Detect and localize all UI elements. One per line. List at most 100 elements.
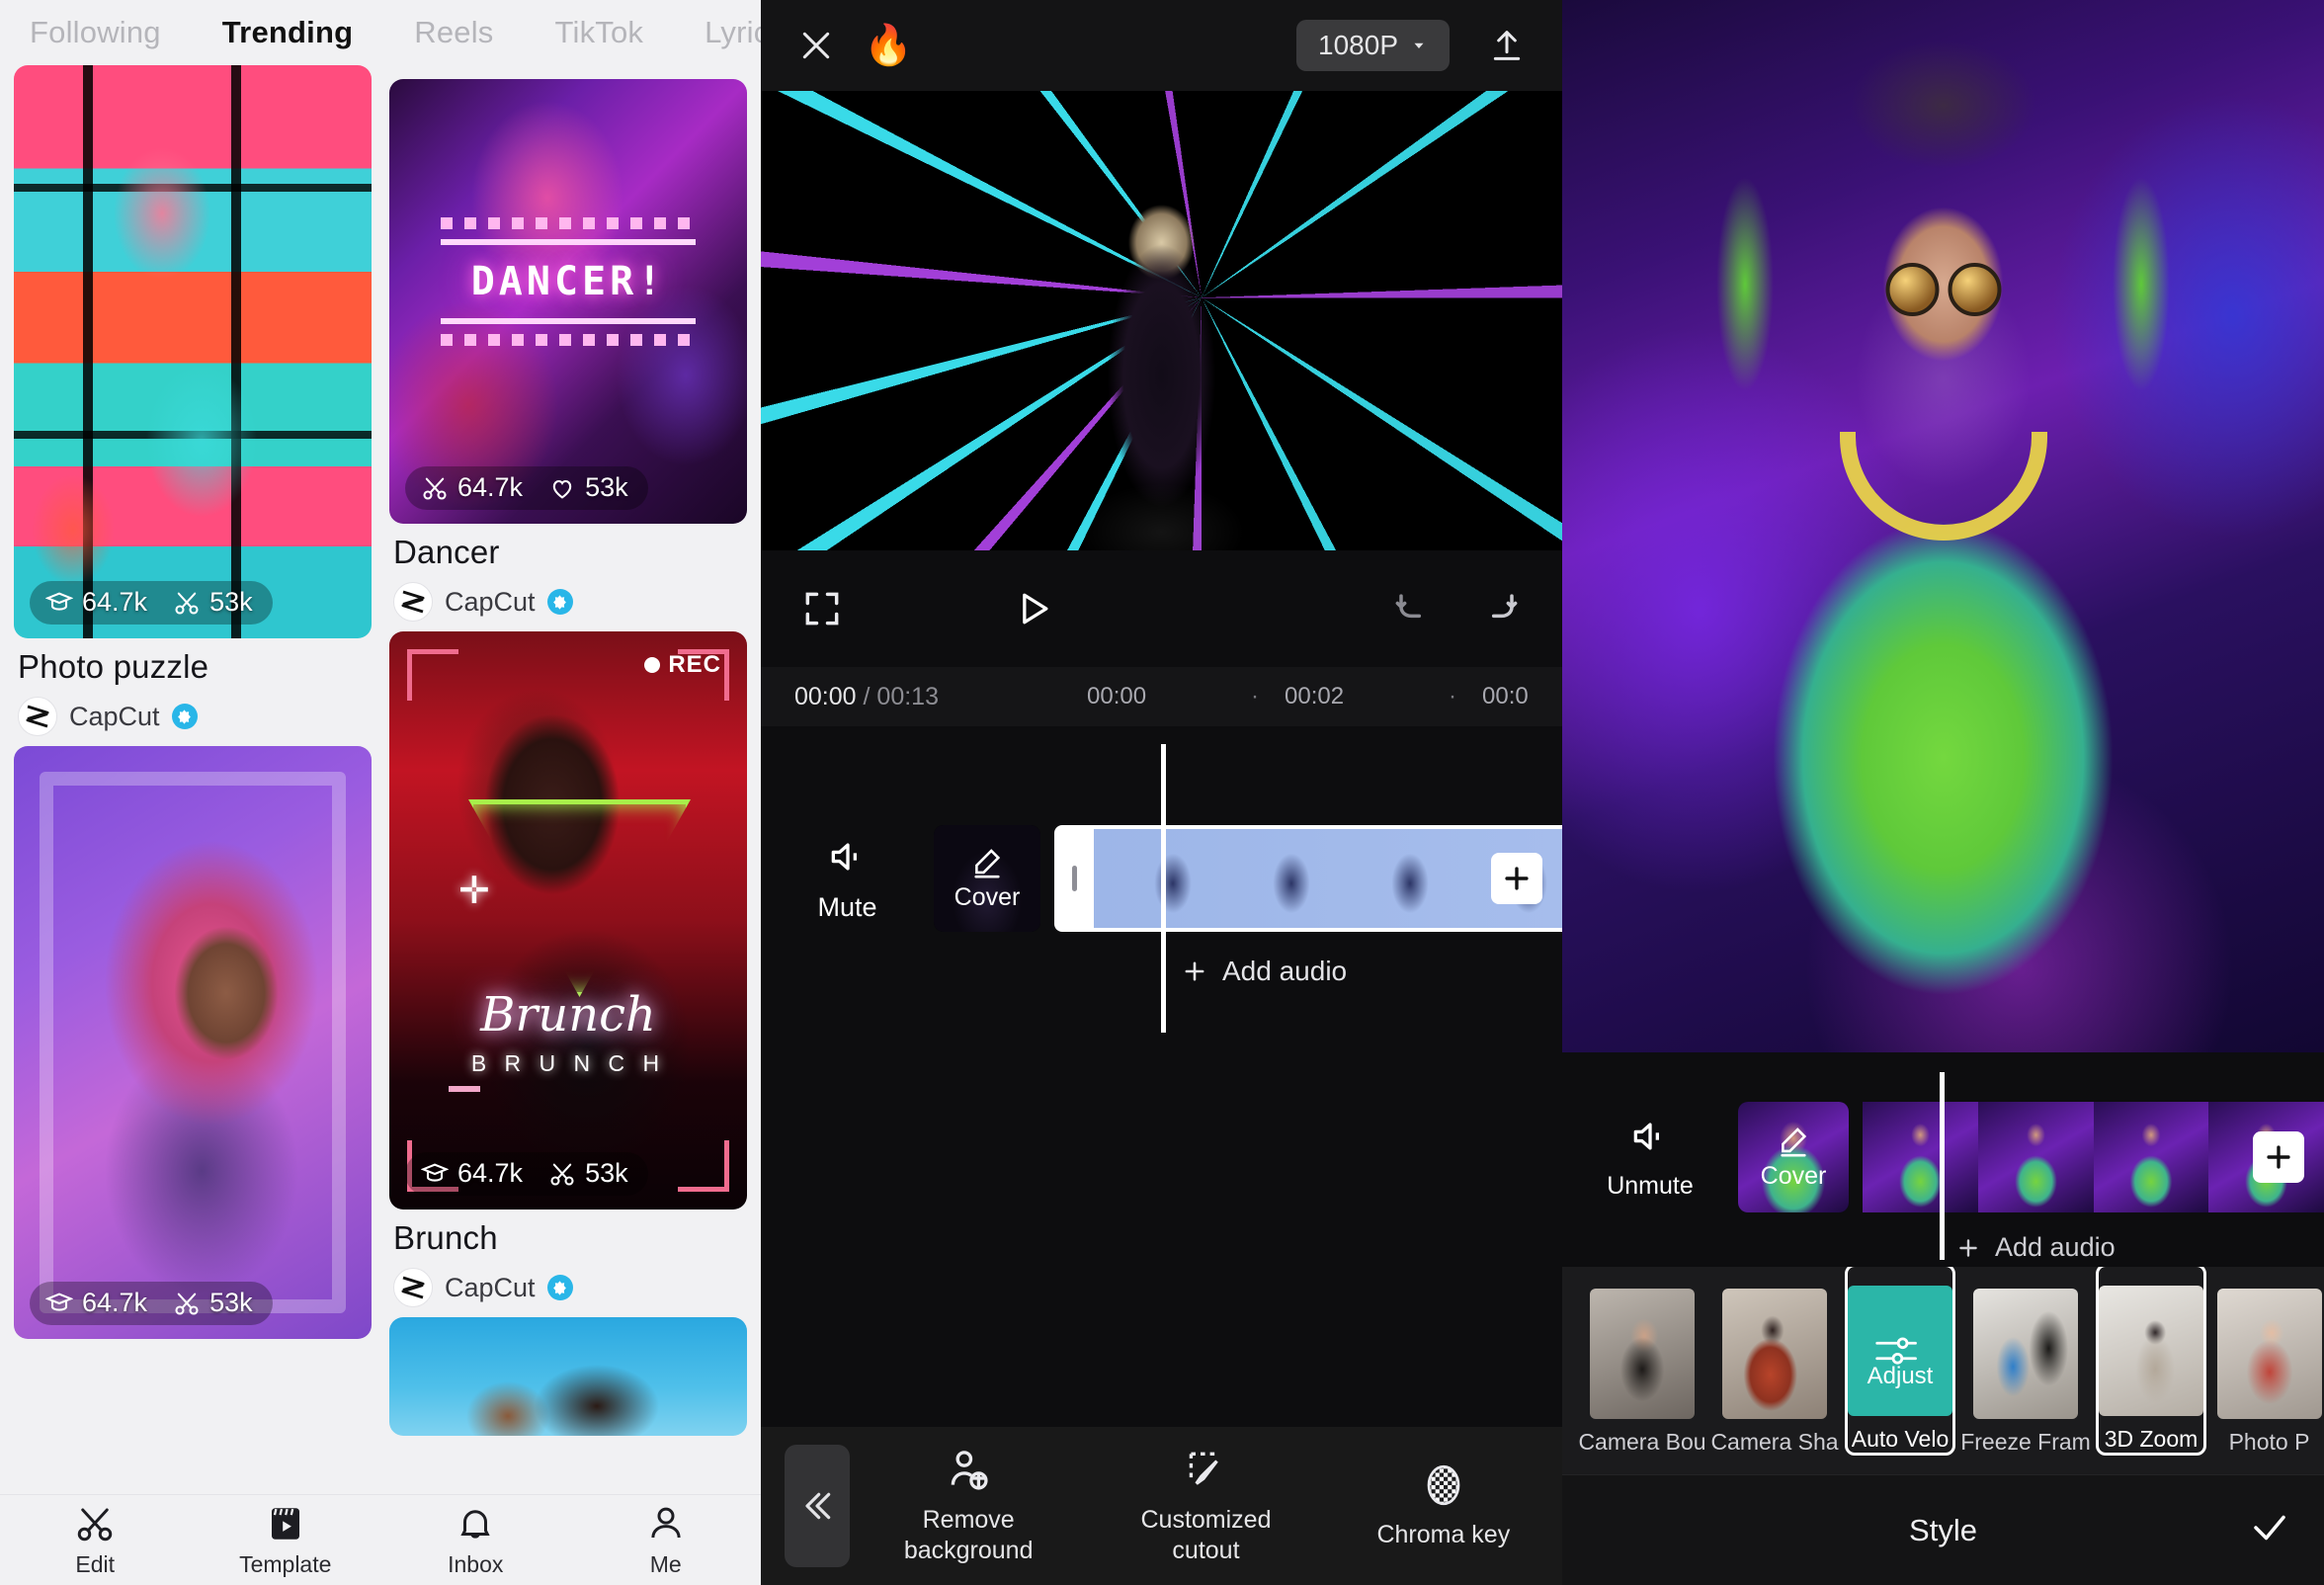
template-thumbnail[interactable]: ✛ Brunch B R U N C H REC 64.7k 53k [389,631,747,1210]
unmute-button[interactable]: Unmute [1562,1115,1738,1201]
effect-thumbnail [1590,1289,1695,1419]
template-author[interactable]: CapCut [393,582,743,622]
add-audio-button[interactable]: Add audio [1181,956,1347,987]
effect-3d-zoom[interactable]: 3D Zoom [2096,1267,2206,1456]
undo-button[interactable] [1390,587,1434,630]
stat-uses: 64.7k [421,1158,523,1189]
export-button[interactable] [1487,26,1527,65]
template-thumbnail[interactable]: 64.7k 53k [14,746,372,1339]
avatar [393,582,433,622]
tool-remove-background[interactable]: Remove background [850,1446,1087,1567]
collapse-toolbar-button[interactable] [785,1445,850,1567]
timeline[interactable]: Mute Cover Add audio [761,726,1562,1161]
nav-item-inbox[interactable]: Inbox [380,1503,571,1578]
clip-frame [1863,1102,1978,1212]
nav-item-me[interactable]: Me [571,1503,762,1578]
tab-reels[interactable]: Reels [414,15,493,50]
tab-tiktok[interactable]: TikTok [555,15,644,50]
playhead[interactable] [1940,1072,1945,1260]
effect-photo-p[interactable]: Photo P [2214,1267,2324,1456]
cover-button[interactable]: Cover [934,825,1040,932]
play-button[interactable] [1012,587,1055,630]
template-feed-panel: Following Trending Reels TikTok Lyric [0,0,761,1585]
playhead[interactable] [1161,744,1166,1033]
plus-icon [2267,1145,2290,1169]
add-audio-button[interactable]: Add audio [1955,1232,2116,1263]
cover-button[interactable]: Cover [1738,1102,1849,1212]
verified-badge-icon [546,589,573,615]
style-preview[interactable] [1562,0,2324,1052]
add-clip-button[interactable] [1491,853,1542,904]
bottom-navigation: Edit Template Inbox Me [0,1494,761,1585]
star-check-icon [553,594,566,610]
effect-camera-bounce[interactable]: Camera Bou [1578,1267,1706,1456]
thumbnail-image [14,746,372,1339]
template-author[interactable]: CapCut [393,1268,743,1307]
confirm-button[interactable] [2249,1507,2290,1553]
resolution-selector[interactable]: 1080P [1296,20,1450,71]
effect-label: Photo P [2228,1429,2310,1455]
style-panel-title: Style [1909,1512,1977,1547]
mute-button[interactable]: Mute [761,835,934,923]
template-uses-icon [45,592,73,611]
stat-edits-value: 64.7k [457,472,524,502]
close-button[interactable] [796,26,836,65]
style-bottom-bar: Style [1562,1474,2324,1585]
tab-trending[interactable]: Trending [222,15,354,50]
template-card-dancer[interactable]: DANCER! 64.7k 53k Dancer CapCut [389,79,747,622]
template-stats: 64.7k 53k [405,466,648,510]
tab-lyric[interactable]: Lyric [705,15,761,50]
tool-label: Chroma key [1376,1520,1510,1550]
editor-toolbar: Remove background Customized cutout Chro… [761,1427,1562,1585]
video-editor-panel: 🔥 1080P 00:00 / 00:13 00:00 · 00:02 · 00… [761,0,1562,1585]
scissors-icon [423,477,447,500]
template-card-photo-puzzle[interactable]: 64.7k 53k Photo puzzle CapCut [14,65,372,736]
effect-freeze-frame[interactable]: Freeze Fram [1960,1267,2091,1456]
verified-badge-icon [546,1275,573,1300]
template-title: Brunch [393,1219,498,1256]
nav-label: Me [649,1550,682,1577]
template-card-brunch-left-preview[interactable]: 64.7k 53k [14,746,372,1339]
effect-camera-shake[interactable]: Camera Sha [1710,1267,1839,1456]
effect-label: Camera Sha [1710,1429,1839,1455]
nav-label: Template [239,1550,332,1577]
template-author[interactable]: CapCut [18,697,368,736]
template-thumbnail[interactable]: DANCER! 64.7k 53k [389,79,747,524]
tool-chroma-key[interactable]: Chroma key [1325,1460,1562,1550]
tool-label-line1: Customized [1140,1505,1272,1534]
add-clip-button[interactable] [2253,1131,2304,1183]
redo-icon [1491,594,1518,619]
nav-item-edit[interactable]: Edit [0,1503,191,1578]
close-icon [802,32,830,59]
avatar [18,697,57,736]
effect-label: Freeze Fram [1960,1429,2091,1455]
fullscreen-button[interactable] [800,587,844,630]
video-clip[interactable] [1863,1102,2324,1212]
stat-uses-value: 64.7k [82,1288,148,1317]
stat-likes-value: 53k [585,472,628,502]
video-preview[interactable] [761,91,1562,550]
effect-tile-label: Adjust [1867,1363,1934,1389]
style-timeline[interactable]: Unmute Cover Add audio [1562,1052,2324,1270]
template-thumbnail[interactable] [389,1317,747,1436]
template-card-next-preview[interactable] [389,1317,747,1436]
effect-auto-velocity[interactable]: Adjust Auto Velo [1845,1267,1955,1456]
plus-icon [1959,1238,1977,1257]
chevron-double-left-icon [805,1492,831,1520]
nav-item-template[interactable]: Template [191,1503,381,1578]
tool-customized-cutout[interactable]: Customized cutout [1087,1446,1324,1567]
sunglasses-decor [1885,263,2001,317]
unmute-label: Unmute [1607,1171,1694,1200]
redo-button[interactable] [1479,587,1523,630]
flame-icon[interactable]: 🔥 [864,26,913,65]
clip-trim-handle-left[interactable] [1054,825,1094,932]
tab-following[interactable]: Following [30,15,161,50]
effect-thumbnail: Adjust [1848,1286,1952,1416]
template-thumbnail[interactable]: 64.7k 53k [14,65,372,638]
rec-dot-icon [644,657,661,673]
volume-icon [1633,1122,1659,1150]
check-icon [2254,1515,2285,1541]
template-card-brunch[interactable]: ✛ Brunch B R U N C H REC 64.7k 53k Brunc… [389,631,747,1307]
style-effects-list[interactable]: Camera Bou Camera Sha Adjust Auto Velo F… [1562,1267,2324,1474]
stat-edits: 64.7k [421,472,523,503]
